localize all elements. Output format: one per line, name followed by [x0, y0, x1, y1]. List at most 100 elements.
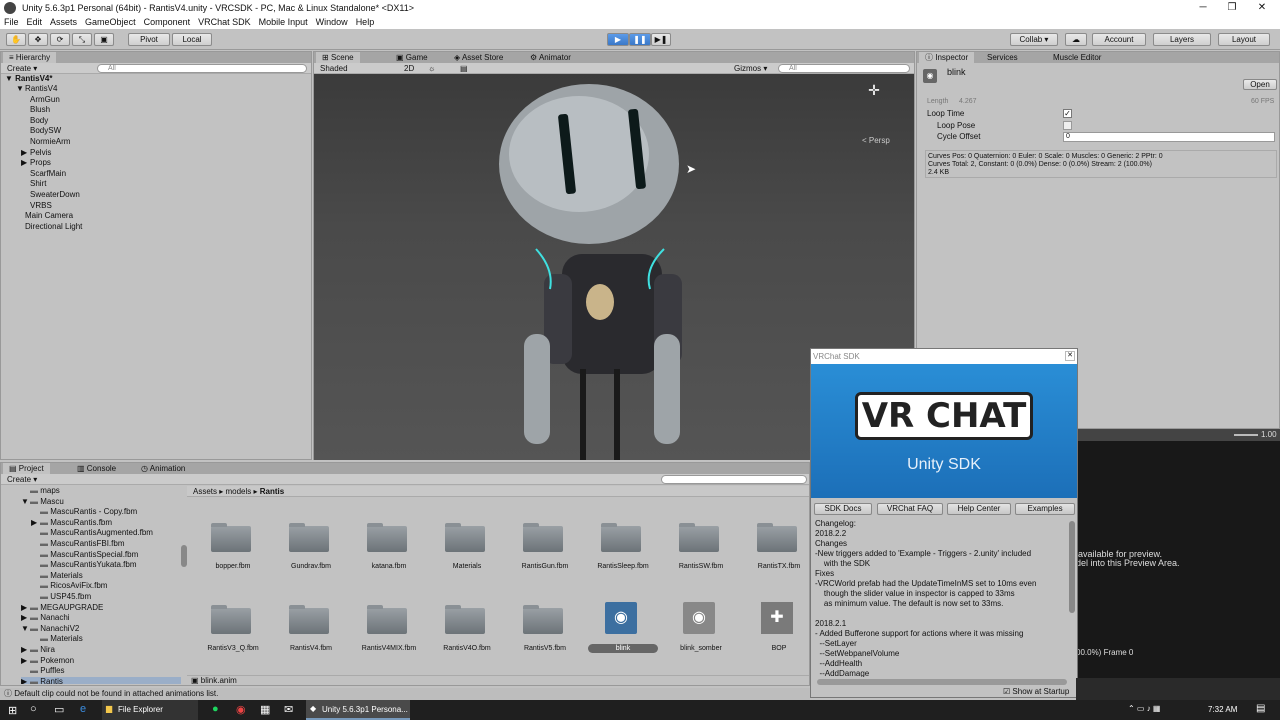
asset-item[interactable]: RantisV4MIX.fbm [351, 594, 427, 664]
changelog-hscrollbar[interactable] [817, 679, 1067, 685]
step-button[interactable]: ▶❚ [651, 33, 671, 46]
asset-item[interactable]: ◉ blink [585, 594, 661, 664]
maximize-button[interactable]: ❐ [1220, 0, 1244, 16]
scene-root[interactable]: ▼ RantisV4* [5, 74, 53, 84]
layers-dropdown[interactable]: Layers [1153, 33, 1211, 46]
pause-button[interactable]: ❚❚ [629, 33, 651, 46]
expand-arrow-icon[interactable]: ▶ [21, 603, 30, 614]
help-center-button[interactable]: Help Center [947, 503, 1011, 515]
hierarchy-item[interactable]: Directional Light [16, 222, 82, 232]
expand-arrow-icon[interactable]: ▶ [21, 645, 30, 656]
hierarchy-item[interactable]: Main Camera [16, 211, 73, 221]
menu-vrchat-sdk[interactable]: VRChat SDK [194, 16, 255, 29]
asset-item[interactable]: ✚ BOP [741, 594, 809, 664]
asset-item[interactable]: RantisV5.fbm [507, 594, 583, 664]
hierarchy-item[interactable]: SweaterDown [21, 190, 80, 200]
persp-label[interactable]: < Persp [862, 136, 890, 145]
scene-gizmo-icon[interactable]: ✛ [856, 82, 892, 122]
menu-component[interactable]: Component [140, 16, 195, 29]
menu-edit[interactable]: Edit [23, 16, 47, 29]
store-icon[interactable]: ▦ [260, 703, 270, 716]
move-tool-icon[interactable]: ✥ [28, 33, 48, 46]
cloud-icon[interactable]: ☁ [1065, 33, 1087, 46]
project-tree-item[interactable]: ▬ MascuRantisAugmented.fbm [31, 528, 153, 539]
hierarchy-item[interactable]: Body [21, 116, 48, 126]
project-tree-item[interactable]: ▬ maps [21, 486, 60, 497]
sdk-docs-button[interactable]: SDK Docs [814, 503, 872, 515]
menu-file[interactable]: File [0, 16, 23, 29]
expand-arrow-icon[interactable]: ▶ [21, 677, 30, 684]
hierarchy-item[interactable]: BodySW [21, 126, 61, 136]
search-icon[interactable]: ○ [30, 703, 37, 715]
close-button[interactable]: ✕ [1250, 0, 1274, 16]
shading-dropdown[interactable]: Shaded [320, 63, 348, 74]
taskbar-file-explorer[interactable]: ▆ File Explorer [102, 700, 198, 720]
project-tree-item[interactable]: ▬ Materials [31, 571, 83, 582]
show-at-startup-checkbox[interactable]: ☑ Show at Startup [1003, 687, 1069, 696]
project-tree-item[interactable]: ▬ Puffles [21, 666, 65, 677]
2d-toggle[interactable]: 2D [404, 63, 414, 74]
project-tree-item[interactable]: ▶ ▬ MEGAUPGRADE [21, 603, 103, 614]
expand-arrow-icon[interactable]: ▶ [21, 148, 30, 158]
asset-item[interactable]: Materials [429, 512, 505, 582]
edge-icon[interactable]: e [80, 703, 86, 715]
project-tree-item[interactable]: ▼▬ Mascu [21, 497, 64, 508]
project-tree-item[interactable]: ▼▬ NanachiV2 [21, 624, 79, 635]
project-tree-item[interactable]: ▶ ▬ Pokemon [21, 656, 74, 667]
asset-item[interactable]: bopper.fbm [195, 512, 271, 582]
pivot-toggle[interactable]: Pivot [128, 33, 170, 46]
mail-icon[interactable]: ✉ [284, 703, 293, 716]
loop-pose-checkbox[interactable] [1063, 121, 1072, 130]
expand-arrow-icon[interactable]: ▶ [21, 158, 30, 168]
asset-item[interactable]: Gundrav.fbm [273, 512, 349, 582]
gizmos-dropdown[interactable]: Gizmos ▾ [734, 63, 767, 74]
expand-arrow-icon[interactable]: ▶ [21, 613, 30, 624]
asset-item[interactable]: RantisSleep.fbm [585, 512, 661, 582]
asset-item[interactable]: ◉ blink_somber [663, 594, 739, 664]
scale-tool-icon[interactable]: ⤡ [72, 33, 92, 46]
minimize-button[interactable]: ─ [1191, 0, 1215, 16]
speed-slider[interactable] [1234, 434, 1258, 436]
local-toggle[interactable]: Local [172, 33, 212, 46]
collab-dropdown[interactable]: Collab ▾ [1010, 33, 1058, 46]
play-button[interactable]: ▶ [607, 33, 629, 46]
project-tree-item[interactable]: ▶ ▬ Nanachi [21, 613, 70, 624]
asset-item[interactable]: RantisGun.fbm [507, 512, 583, 582]
project-search-input[interactable] [661, 475, 807, 484]
project-tree-item[interactable]: ▶ ▬ Nira [21, 645, 55, 656]
windows-start-icon[interactable]: ⊞ [8, 704, 17, 717]
project-tree-item[interactable]: ▬ MascuRantisSpecial.fbm [31, 550, 138, 561]
hierarchy-item[interactable]: Blush [21, 105, 50, 115]
hierarchy-search-input[interactable]: All [97, 64, 307, 73]
tray-icons[interactable]: ⌃ ▭ ♪ ▦ [1128, 704, 1161, 713]
hierarchy-item[interactable]: NormieArm [21, 137, 70, 147]
scene-search-input[interactable]: All [778, 64, 910, 73]
preview-area[interactable]: available for preview. del into this Pre… [1076, 441, 1280, 678]
hierarchy-item[interactable]: ScarfMain [21, 169, 66, 179]
hierarchy-item[interactable]: Shirt [21, 179, 46, 189]
asset-item[interactable]: RantisV3_Q.fbm [195, 594, 271, 664]
project-tree-item[interactable]: ▬ MascuRantisFBI.fbm [31, 539, 124, 550]
sdk-close-icon[interactable]: ✕ [1065, 351, 1075, 361]
spotify-icon[interactable]: ● [212, 703, 219, 715]
expand-arrow-icon[interactable]: ▼ [21, 624, 30, 635]
rotate-tool-icon[interactable]: ⟳ [50, 33, 70, 46]
clock[interactable]: 7:32 AM [1208, 705, 1237, 714]
tab-asset-store[interactable]: ◈ Asset Store [448, 52, 509, 63]
tab-scene[interactable]: ⊞ Scene [316, 52, 360, 63]
menu-window[interactable]: Window [312, 16, 352, 29]
taskbar-unity[interactable]: ◆ Unity 5.6.3p1 Persona... [306, 700, 410, 720]
tab-animation[interactable]: ◷ Animation [135, 463, 191, 474]
open-button[interactable]: Open [1243, 79, 1277, 90]
breadcrumb-assets[interactable]: Assets [193, 487, 217, 496]
hierarchy-item[interactable]: ArmGun [21, 95, 60, 105]
chrome-icon[interactable]: ◉ [236, 703, 246, 716]
asset-item[interactable]: RantisTX.fbm [741, 512, 809, 582]
tab-hierarchy[interactable]: ≡ Hierarchy [3, 52, 57, 63]
project-tree-item[interactable]: ▬ RicosAviFix.fbm [31, 581, 107, 592]
expand-arrow-icon[interactable]: ▼ [21, 497, 30, 508]
examples-button[interactable]: Examples [1015, 503, 1075, 515]
layout-dropdown[interactable]: Layout [1218, 33, 1270, 46]
project-tree-item[interactable]: ▬ MascuRantisYukata.fbm [31, 560, 137, 571]
effects-icon[interactable]: ▤ [460, 63, 468, 74]
